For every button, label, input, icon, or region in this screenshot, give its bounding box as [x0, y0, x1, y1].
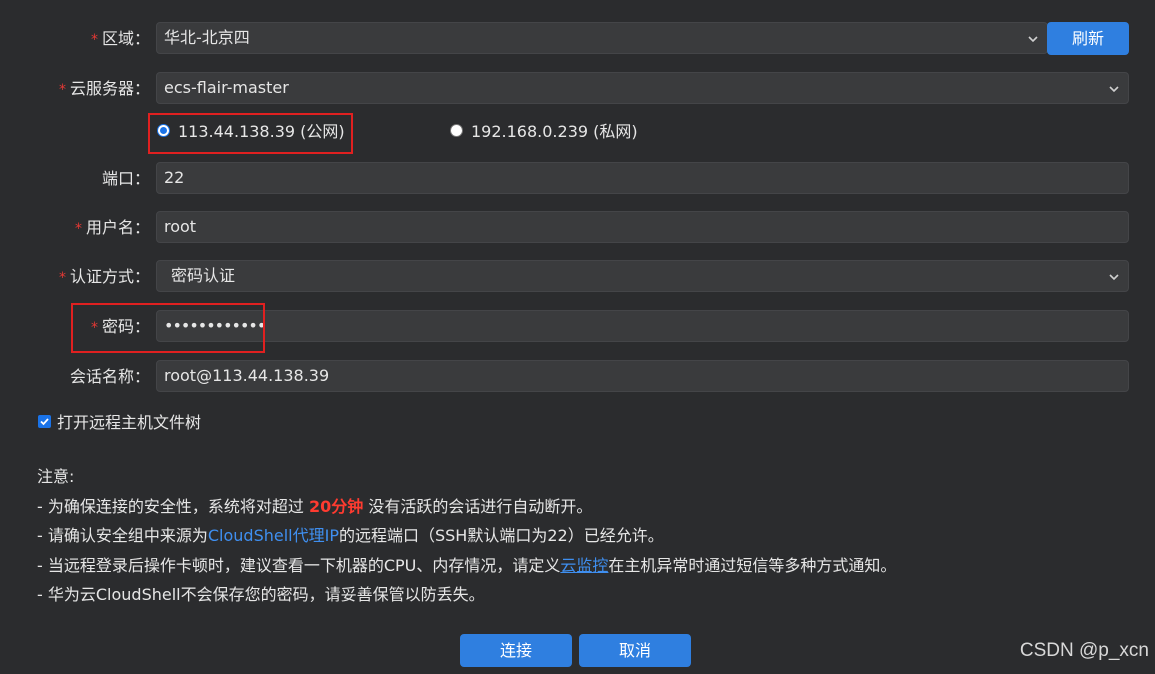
auth-select[interactable]: 密码认证 — [156, 260, 1129, 292]
server-label-text: 云服务器 — [69, 79, 134, 98]
username-value: root — [164, 217, 197, 236]
username-row: * 用户名： root — [0, 211, 1155, 245]
region-select[interactable]: 华北-北京四 — [156, 22, 1048, 54]
note-line-4: - 华为云CloudShell不会保存您的密码，请妥善保管以防丢失。 — [37, 585, 485, 604]
auth-value: 密码认证 — [171, 266, 236, 285]
port-label-text: 端口 — [101, 169, 134, 188]
open-tree-label: 打开远程主机文件树 — [57, 413, 202, 432]
notes-section: 注意: - 为确保连接的安全性，系统将对超过 20分钟 没有活跃的会话进行自动断… — [37, 462, 896, 610]
required-mark: * — [74, 221, 82, 237]
cloudshell-proxy-ip-link[interactable]: CloudShell代理IP — [208, 526, 339, 545]
required-mark: * — [58, 82, 66, 98]
session-value: root@113.44.138.39 — [164, 366, 330, 385]
chevron-down-icon — [1109, 86, 1119, 93]
open-tree-checkbox[interactable]: 打开远程主机文件树 — [38, 408, 201, 438]
colon: ： — [133, 218, 150, 237]
username-label: * 用户名： — [75, 211, 150, 245]
note-line-1: - 为确保连接的安全性，系统将对超过 20分钟 没有活跃的会话进行自动断开。 — [37, 492, 896, 522]
region-row: * 区域： 华北-北京四 刷新 — [0, 22, 1155, 56]
note-text: 没有活跃的会话进行自动断开。 — [363, 496, 593, 516]
checkbox-checked-icon — [38, 415, 51, 428]
port-input[interactable]: 22 — [156, 162, 1129, 194]
server-value: ecs-flair-master — [164, 78, 289, 97]
session-label-text: 会话名称 — [69, 367, 134, 386]
colon: ： — [133, 367, 150, 386]
required-mark: * — [90, 320, 98, 336]
colon: ： — [133, 267, 150, 286]
chevron-down-icon — [1109, 274, 1119, 281]
radio-unchecked-icon — [450, 124, 463, 137]
note-text: - 请确认安全组中来源为 — [37, 526, 208, 545]
server-label: * 云服务器： — [59, 72, 150, 106]
session-input[interactable]: root@113.44.138.39 — [156, 360, 1129, 392]
note-line-2: - 请确认安全组中来源为CloudShell代理IP的远程端口（SSH默认端口为… — [37, 521, 896, 551]
radio-checked-icon — [157, 124, 170, 137]
ip-radio-group: 113.44.138.39 (公网) 192.168.0.239 (私网) — [0, 117, 1155, 151]
watermark: CSDN @p_xcn — [1019, 640, 1149, 661]
server-row: * 云服务器： ecs-flair-master — [0, 72, 1155, 106]
password-label-text: 密码 — [101, 317, 134, 336]
cancel-button[interactable]: 取消 — [579, 634, 691, 667]
session-label: 会话名称： — [70, 360, 150, 394]
region-label-text: 区域 — [101, 29, 134, 48]
colon: ： — [133, 29, 150, 48]
required-mark: * — [90, 32, 98, 48]
session-row: 会话名称： root@113.44.138.39 — [0, 360, 1155, 394]
connect-button[interactable]: 连接 — [460, 634, 572, 667]
radio-public-ip[interactable]: 113.44.138.39 (公网) — [157, 117, 345, 147]
username-label-text: 用户名 — [85, 218, 134, 237]
timeout-highlight: 20分钟 — [308, 496, 364, 516]
colon: ： — [133, 317, 150, 336]
radio-private-ip[interactable]: 192.168.0.239 (私网) — [450, 117, 638, 147]
username-input[interactable]: root — [156, 211, 1129, 243]
note-text: 的远程端口（SSH默认端口为22）已经允许。 — [338, 526, 664, 545]
port-row: 端口： 22 — [0, 162, 1155, 196]
password-value: •••••••••••• — [164, 316, 266, 335]
private-ip-label: 192.168.0.239 (私网) — [471, 122, 638, 141]
auth-row: * 认证方式： 密码认证 — [0, 260, 1155, 294]
password-row: * 密码： •••••••••••• — [0, 310, 1155, 344]
notes-title: 注意: — [37, 467, 75, 486]
port-label: 端口： — [102, 162, 150, 196]
region-label: * 区域： — [91, 22, 150, 56]
required-mark: * — [58, 270, 66, 286]
region-value: 华北-北京四 — [164, 28, 250, 47]
refresh-button[interactable]: 刷新 — [1047, 22, 1129, 55]
note-line-3: - 当远程登录后操作卡顿时，建议查看一下机器的CPU、内存情况，请定义云监控在主… — [37, 551, 896, 581]
note-text: - 为确保连接的安全性，系统将对超过 — [37, 496, 309, 516]
colon: ： — [133, 169, 150, 188]
auth-label: * 认证方式： — [59, 260, 150, 294]
chevron-down-icon — [1028, 36, 1038, 43]
cloud-monitor-link[interactable]: 云监控 — [560, 556, 608, 575]
note-text: 在主机异常时通过短信等多种方式通知。 — [608, 555, 897, 575]
colon: ： — [133, 79, 150, 98]
password-input[interactable]: •••••••••••• — [156, 310, 1129, 342]
password-label: * 密码： — [91, 310, 150, 344]
note-text: - 当远程登录后操作卡顿时，建议查看一下机器的CPU、内存情况，请定义 — [37, 555, 561, 575]
auth-label-text: 认证方式 — [69, 267, 134, 286]
public-ip-label: 113.44.138.39 (公网) — [178, 122, 345, 141]
port-value: 22 — [164, 168, 185, 187]
server-select[interactable]: ecs-flair-master — [156, 72, 1129, 104]
